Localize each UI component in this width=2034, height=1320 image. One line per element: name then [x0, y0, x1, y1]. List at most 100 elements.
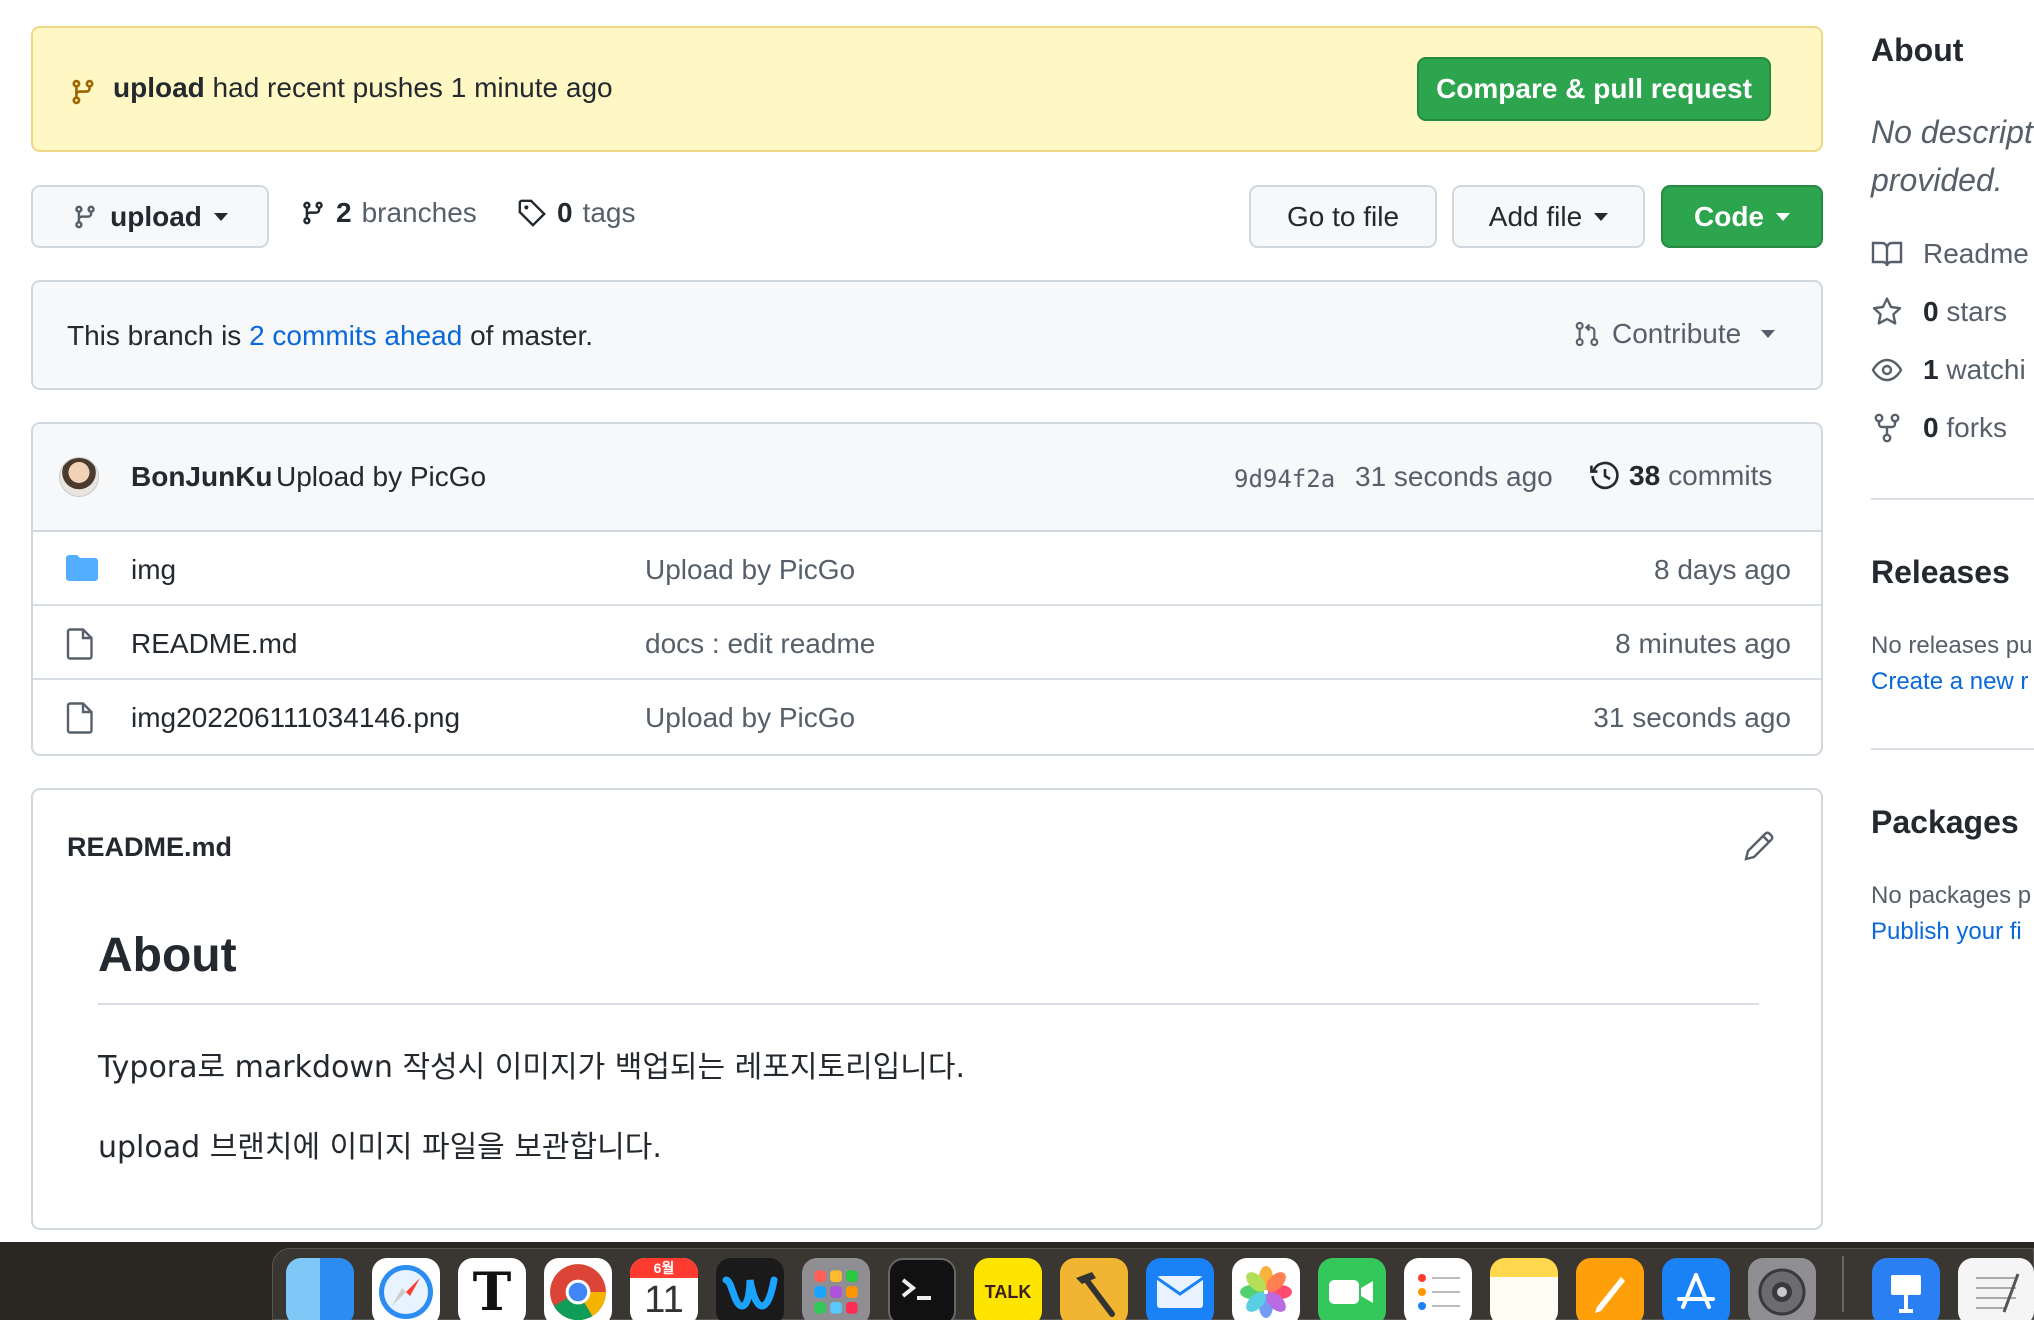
photos-icon[interactable]: [1232, 1258, 1300, 1320]
commits-ahead-link[interactable]: 2 commits ahead: [249, 320, 462, 351]
file-name[interactable]: img202206111034146.png: [131, 702, 460, 734]
code-button[interactable]: Code: [1661, 185, 1823, 248]
launchpad-icon[interactable]: [802, 1258, 870, 1320]
reminders-icon[interactable]: [1404, 1258, 1472, 1320]
webex-icon[interactable]: [716, 1258, 784, 1320]
file-name[interactable]: img: [131, 554, 176, 586]
safari-icon[interactable]: [372, 1258, 440, 1320]
file-row[interactable]: img Upload by PicGo 8 days ago: [33, 532, 1821, 606]
divider: [1871, 498, 2034, 500]
readme-paragraph: upload 브랜치에 이미지 파일을 보관합니다.: [98, 1130, 662, 1165]
stars-label: stars: [1946, 296, 2008, 327]
commits-history-link[interactable]: 38 commits: [1589, 460, 1772, 492]
mail-icon[interactable]: [1146, 1258, 1214, 1320]
readme-link[interactable]: Readme: [1871, 238, 2029, 270]
watching-label: watchi: [1946, 354, 2026, 385]
push-branch-name[interactable]: upload: [113, 72, 205, 103]
tags-count: 0: [557, 197, 573, 228]
create-release-link[interactable]: Create a new r: [1871, 668, 2028, 696]
forks-label: forks: [1946, 412, 2008, 443]
calendar-month: 6월: [630, 1258, 698, 1278]
chevron-down-icon: [1776, 212, 1790, 221]
tags-label: tags: [582, 197, 636, 228]
add-file-label: Add file: [1488, 200, 1583, 232]
file-commit-message[interactable]: Upload by PicGo: [645, 702, 855, 734]
keynote-icon[interactable]: [1872, 1258, 1940, 1320]
folder-icon: [66, 554, 98, 582]
chrome-icon[interactable]: [544, 1258, 612, 1320]
textedit-icon[interactable]: [1958, 1258, 2034, 1320]
file-commit-message[interactable]: docs : edit readme: [645, 628, 875, 660]
pages-icon[interactable]: [1576, 1258, 1644, 1320]
releases-title[interactable]: Releases: [1871, 554, 2010, 591]
kakaotalk-icon[interactable]: TALK: [974, 1258, 1042, 1320]
readme-heading: About: [98, 929, 237, 982]
xcode-icon[interactable]: [1060, 1258, 1128, 1320]
book-icon: [1871, 240, 1903, 268]
code-label: Code: [1694, 200, 1764, 232]
publish-package-link[interactable]: Publish your fi: [1871, 918, 2022, 946]
branch-ahead-notice: This branch is 2 commits ahead of master…: [31, 280, 1823, 390]
watchers-link[interactable]: 1 watchi: [1871, 354, 2026, 386]
branch-select-label: upload: [110, 200, 202, 232]
divider: [98, 1003, 1759, 1005]
file-commit-message[interactable]: Upload by PicGo: [645, 554, 855, 586]
stars-link[interactable]: 0 stars: [1871, 296, 2007, 328]
stars-count: 0: [1923, 296, 1939, 327]
packages-empty: No packages p: [1871, 882, 2032, 909]
chevron-down-icon: [213, 212, 228, 221]
go-to-file-button[interactable]: Go to file: [1249, 185, 1437, 248]
file-row[interactable]: img202206111034146.png Upload by PicGo 3…: [33, 680, 1821, 754]
forks-link[interactable]: 0 forks: [1871, 412, 2007, 444]
file-name[interactable]: README.md: [131, 628, 297, 660]
readme-panel: README.md About Typora로 markdown 작성시 이미지…: [31, 788, 1823, 1230]
file-row[interactable]: README.md docs : edit readme 8 minutes a…: [33, 606, 1821, 680]
facetime-icon[interactable]: [1318, 1258, 1386, 1320]
fork-icon: [1871, 412, 1903, 444]
notes-icon[interactable]: [1490, 1258, 1558, 1320]
watching-count: 1: [1923, 354, 1939, 385]
commit-sha[interactable]: 9d94f2a: [1234, 465, 1335, 493]
finder-icon[interactable]: [286, 1258, 354, 1320]
file-age: 31 seconds ago: [1593, 702, 1791, 733]
about-title: About: [1871, 32, 1964, 68]
git-branch-icon: [72, 203, 98, 231]
latest-commit-bar: BonJunKu Upload by PicGo 9d94f2a 31 seco…: [33, 424, 1821, 532]
ahead-suffix: of master.: [470, 320, 594, 351]
tags-link[interactable]: 0 tags: [517, 197, 636, 229]
push-text: had recent pushes 1 minute ago: [212, 72, 613, 103]
commit-author[interactable]: BonJunKu: [131, 461, 273, 493]
description-line: No descript: [1871, 114, 2033, 150]
avatar[interactable]: [59, 457, 99, 497]
readme-filename[interactable]: README.md: [67, 832, 232, 863]
branches-link[interactable]: 2 branches: [300, 197, 477, 229]
pencil-icon[interactable]: [1743, 830, 1775, 862]
typora-icon[interactable]: T: [458, 1258, 526, 1320]
tag-icon: [517, 198, 547, 228]
app-store-icon[interactable]: [1662, 1258, 1730, 1320]
contribute-dropdown[interactable]: Contribute: [1574, 318, 1776, 350]
commit-time: 31 seconds ago: [1355, 461, 1553, 492]
file-browser: BonJunKu Upload by PicGo 9d94f2a 31 seco…: [31, 422, 1823, 756]
compare-pull-request-button[interactable]: Compare & pull request: [1417, 57, 1771, 121]
calendar-icon[interactable]: 6월 11: [630, 1258, 698, 1320]
push-message: upload had recent pushes 1 minute ago: [113, 72, 613, 104]
settings-icon[interactable]: [1748, 1258, 1816, 1320]
eye-icon: [1871, 354, 1903, 386]
file-age: 8 minutes ago: [1615, 628, 1791, 659]
add-file-button[interactable]: Add file: [1452, 185, 1645, 248]
forks-text: 0 forks: [1923, 412, 2007, 444]
terminal-icon[interactable]: [888, 1258, 956, 1320]
releases-empty: No releases pu: [1871, 632, 2033, 659]
commit-message[interactable]: Upload by PicGo: [276, 461, 486, 493]
file-age: 8 days ago: [1654, 554, 1791, 585]
divider: [1871, 748, 2034, 750]
packages-title[interactable]: Packages: [1871, 804, 2019, 841]
calendar-day: 11: [644, 1279, 684, 1320]
contribute-label: Contribute: [1612, 318, 1742, 349]
repo-description: No descript provided.: [1871, 108, 2034, 204]
dock-divider: [1842, 1256, 1844, 1312]
branches-count: 2: [336, 197, 352, 228]
branch-select-button[interactable]: upload: [31, 185, 269, 248]
recent-push-banner: upload had recent pushes 1 minute ago Co…: [31, 26, 1823, 152]
